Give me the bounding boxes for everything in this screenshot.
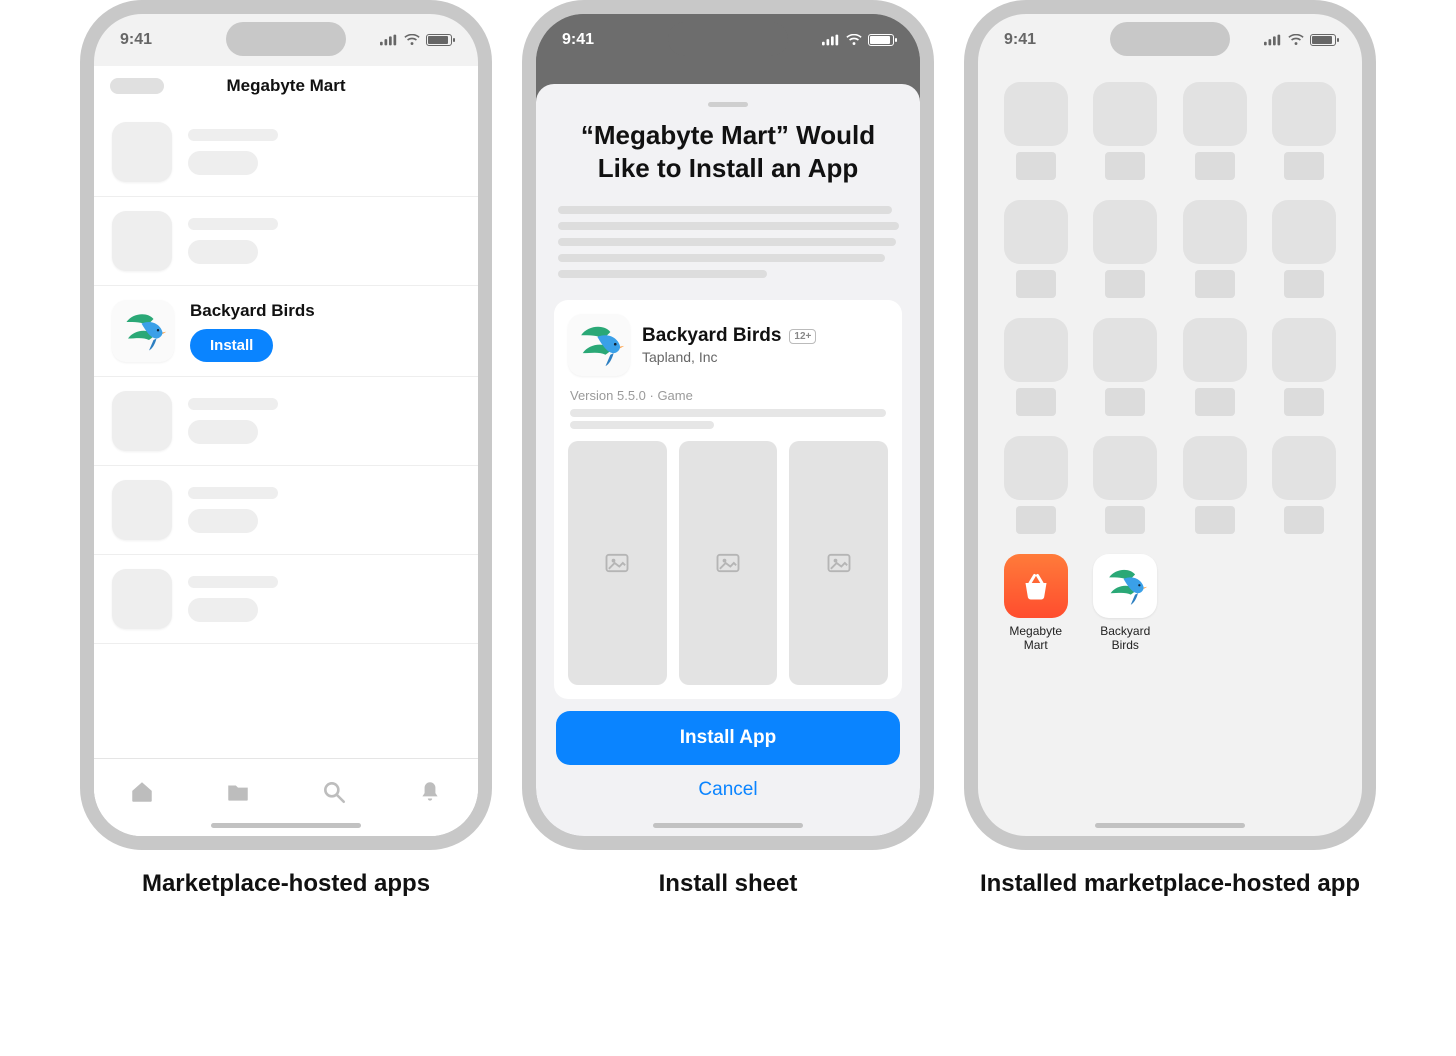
app-meta-label: Version 5.5.0 · Game [570,388,886,403]
app-placeholder[interactable] [1090,200,1162,298]
signal-icon [1264,34,1282,46]
list-item-backyard-birds[interactable]: Backyard Birds Install [94,286,478,377]
app-placeholder[interactable] [1179,318,1251,416]
screenshot-row[interactable] [568,441,888,685]
sheet-description-placeholder [554,198,902,286]
wifi-icon [846,34,862,46]
backyard-birds-icon [1093,554,1157,618]
app-label: Backyard Birds [1090,624,1162,653]
caption: Installed marketplace-hosted app [980,868,1360,899]
list-item[interactable] [94,555,478,644]
status-time: 9:41 [120,31,152,49]
screenshot-placeholder [568,441,667,685]
screenshot-placeholder [679,441,778,685]
battery-icon [426,34,452,46]
cancel-button[interactable]: Cancel [556,765,900,815]
app-placeholder[interactable] [1090,82,1162,180]
caption: Marketplace-hosted apps [142,868,430,899]
app-icon-backyard-birds [112,300,174,362]
caption: Install sheet [659,868,798,899]
marketplace-header: Megabyte Mart [94,66,478,108]
home-indicator[interactable] [211,823,361,828]
app-info-card: Backyard Birds 12+ Tapland, Inc Version … [554,300,902,699]
wifi-icon [1288,34,1304,46]
status-time: 9:41 [562,31,594,49]
app-placeholder[interactable] [1000,318,1072,416]
app-placeholder[interactable] [1179,436,1251,534]
wifi-icon [404,34,420,46]
phone-install-sheet: 9:41 “Megabyte Mart” Would Like to Insta… [522,0,934,850]
home-icon[interactable] [129,779,155,805]
home-indicator[interactable] [1095,823,1245,828]
app-megabyte-mart[interactable]: Megabyte Mart [1000,554,1072,653]
app-placeholder[interactable] [1000,200,1072,298]
dynamic-island [226,22,346,56]
app-placeholder[interactable] [1090,318,1162,416]
home-indicator[interactable] [653,823,803,828]
app-placeholder[interactable] [1269,82,1341,180]
app-placeholder[interactable] [1269,436,1341,534]
app-placeholder[interactable] [1269,200,1341,298]
app-backyard-birds[interactable]: Backyard Birds [1090,554,1162,653]
home-screen-grid[interactable]: Megabyte Mart Backyard Birds [978,66,1362,669]
bell-icon[interactable] [417,779,443,805]
app-label: Megabyte Mart [1000,624,1072,653]
install-button[interactable]: Install [190,329,273,362]
list-item[interactable] [94,377,478,466]
search-icon[interactable] [321,779,347,805]
back-button[interactable] [110,78,164,94]
list-item[interactable] [94,466,478,555]
megabyte-mart-icon [1004,554,1068,618]
dynamic-island [1110,22,1230,56]
app-placeholder[interactable] [1000,436,1072,534]
app-placeholder[interactable] [1090,436,1162,534]
app-placeholder[interactable] [1179,82,1251,180]
sheet-title: “Megabyte Mart” Would Like to Install an… [554,119,902,198]
age-rating-badge: 12+ [789,329,816,344]
signal-icon [380,34,398,46]
status-time: 9:41 [1004,31,1036,49]
header-title: Megabyte Mart [226,76,345,95]
developer-label: Tapland, Inc [642,349,816,365]
sheet-grabber[interactable] [708,102,748,107]
install-sheet: “Megabyte Mart” Would Like to Install an… [536,84,920,836]
app-placeholder[interactable] [1269,318,1341,416]
list-item[interactable] [94,108,478,197]
list-item[interactable] [94,197,478,286]
phone-marketplace: 9:41 Megabyte Mart [80,0,492,850]
screenshot-placeholder [789,441,888,685]
app-name-label: Backyard Birds [642,325,781,347]
app-icon-backyard-birds [568,314,630,376]
folder-icon[interactable] [225,779,251,805]
phone-homescreen: 9:41 [964,0,1376,850]
app-list[interactable]: Backyard Birds Install [94,108,478,836]
app-name-label: Backyard Birds [190,301,315,321]
app-placeholder[interactable] [1000,82,1072,180]
battery-icon [1310,34,1336,46]
install-app-button[interactable]: Install App [556,711,900,765]
dynamic-island [668,22,788,56]
signal-icon [822,34,840,46]
battery-icon [868,34,894,46]
app-placeholder[interactable] [1179,200,1251,298]
